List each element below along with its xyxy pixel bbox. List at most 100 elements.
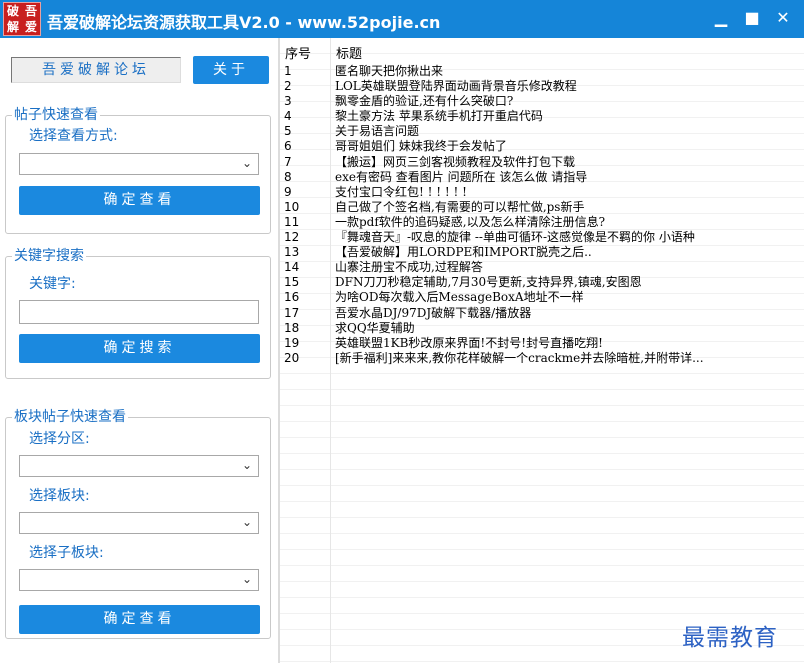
subboard-label: 选择子板块: bbox=[29, 545, 104, 561]
table-row[interactable]: 19 英雄联盟1KB秒改原来界面!不封号!封号直播吃翔! bbox=[280, 336, 804, 351]
maximize-button[interactable]: ■ bbox=[737, 4, 767, 32]
left-panel: 吾爱破解论坛 关于 帖子快速查看 选择查看方式: ⌄ 确定查看 关键字搜索 关键… bbox=[0, 38, 278, 663]
table-row[interactable]: 15 DFN刀刀秒稳定辅助,7月30号更新,支持异界,镇魂,安图恩 bbox=[280, 275, 804, 290]
chevron-down-icon: ⌄ bbox=[241, 156, 252, 170]
table-row[interactable]: 18 求QQ华夏辅助 bbox=[280, 321, 804, 336]
window-title: 吾爱破解论坛资源获取工具V2.0 - www.52pojie.cn bbox=[47, 13, 441, 32]
title-bar[interactable]: 破 吾 解 爱 吾爱破解论坛资源获取工具V2.0 - www.52pojie.c… bbox=[0, 0, 804, 38]
row-title: 匿名聊天把你揪出来 bbox=[335, 64, 444, 78]
row-number: 20 bbox=[284, 350, 300, 365]
confirm-search-button[interactable]: 确定搜索 bbox=[19, 334, 260, 363]
subboard-select[interactable]: ⌄ bbox=[19, 569, 259, 591]
table-row[interactable]: 13 【吾爱破解】用LORDPE和IMPORT脱壳之后.. bbox=[280, 245, 804, 260]
row-number: 2 bbox=[284, 79, 292, 94]
row-number: 13 bbox=[284, 245, 300, 260]
row-title: 吾爱水晶DJ/97DJ破解下载器/播放器 bbox=[335, 305, 532, 320]
row-number: 9 bbox=[284, 184, 292, 199]
chevron-down-icon: ⌄ bbox=[241, 572, 252, 586]
logo-char: 爱 bbox=[24, 20, 37, 34]
row-title: 飘零金盾的验证,还有什么突破口? bbox=[335, 94, 514, 109]
quick-view-group-title: 帖子快速查看 bbox=[12, 107, 100, 123]
keyword-search-group: 关键字搜索 关键字: 确定搜索 bbox=[5, 248, 271, 379]
row-number: 1 bbox=[284, 64, 292, 78]
app-logo-icon: 破 吾 解 爱 bbox=[3, 2, 41, 36]
row-number: 12 bbox=[284, 230, 300, 245]
row-number: 14 bbox=[284, 260, 300, 275]
close-icon: ✕ bbox=[776, 8, 790, 27]
row-number: 5 bbox=[284, 124, 292, 139]
view-method-label: 选择查看方式: bbox=[29, 128, 118, 144]
row-title: 山寨注册宝不成功,过程解答 bbox=[335, 260, 483, 275]
table-row[interactable]: 2 LOL英雄联盟登陆界面动画背景音乐修改教程 bbox=[280, 79, 804, 94]
chevron-down-icon: ⌄ bbox=[241, 458, 252, 472]
view-method-select[interactable]: ⌄ bbox=[19, 153, 259, 175]
column-header-title[interactable]: 标题 bbox=[336, 43, 362, 62]
row-number: 17 bbox=[284, 305, 300, 320]
row-number: 3 bbox=[284, 94, 292, 109]
row-number: 15 bbox=[284, 275, 300, 290]
quick-view-group: 帖子快速查看 选择查看方式: ⌄ 确定查看 bbox=[5, 107, 271, 234]
zone-select[interactable]: ⌄ bbox=[19, 455, 259, 477]
confirm-view-button[interactable]: 确定查看 bbox=[19, 186, 260, 215]
row-number: 6 bbox=[284, 139, 292, 154]
row-title: 一款pdf软件的追码疑惑,以及怎么样清除注册信息? bbox=[335, 214, 606, 229]
row-title: 【搬运】网页三剑客视频教程及软件打包下载 bbox=[335, 154, 576, 169]
logo-char: 吾 bbox=[24, 4, 37, 18]
row-number: 8 bbox=[284, 169, 292, 184]
table-row[interactable]: 14 山寨注册宝不成功,过程解答 bbox=[280, 260, 804, 275]
row-title: DFN刀刀秒稳定辅助,7月30号更新,支持异界,镇魂,安图恩 bbox=[335, 275, 642, 290]
keyword-label: 关键字: bbox=[29, 276, 76, 292]
board-label: 选择板块: bbox=[29, 488, 90, 504]
row-number: 7 bbox=[284, 154, 292, 169]
chevron-down-icon: ⌄ bbox=[241, 515, 252, 529]
zone-label: 选择分区: bbox=[29, 431, 90, 447]
row-number: 16 bbox=[284, 290, 300, 305]
about-button[interactable]: 关于 bbox=[193, 56, 269, 84]
table-row[interactable]: 3 飘零金盾的验证,还有什么突破口? bbox=[280, 94, 804, 109]
maximize-icon: ■ bbox=[744, 8, 760, 27]
table-row[interactable]: 11 一款pdf软件的追码疑惑,以及怎么样清除注册信息? bbox=[280, 215, 804, 230]
board-select[interactable]: ⌄ bbox=[19, 512, 259, 534]
watermark-text: 最需教育 bbox=[682, 625, 778, 651]
row-title: 自己做了个签名档,有需要的可以帮忙做,ps新手 bbox=[335, 199, 585, 214]
board-view-group-title: 板块帖子快速查看 bbox=[12, 409, 128, 425]
row-title: 英雄联盟1KB秒改原来界面!不封号!封号直播吃翔! bbox=[335, 335, 603, 350]
row-number: 19 bbox=[284, 335, 300, 350]
table-row[interactable]: 20 [新手福利]来来来,教你花样破解一个crackme并去除暗桩,并附带详... bbox=[280, 351, 804, 366]
row-title: LOL英雄联盟登陆界面动画背景音乐修改教程 bbox=[335, 79, 577, 94]
table-row[interactable]: 6 哥哥姐姐们 妹妹我终于会发帖了 bbox=[280, 139, 804, 154]
row-number: 11 bbox=[284, 214, 300, 229]
row-title: 黎土豪方法 苹果系统手机打开重启代码 bbox=[335, 109, 543, 124]
minimize-button[interactable]: ▁ bbox=[706, 4, 736, 32]
keyword-input[interactable] bbox=[19, 300, 259, 324]
row-title: [新手福利]来来来,教你花样破解一个crackme并去除暗桩,并附带详... bbox=[335, 350, 704, 365]
forum-name-label: 吾爱破解论坛 bbox=[11, 57, 181, 83]
row-title: 为啥OD每次载入后MessageBoxA地址不一样 bbox=[335, 290, 584, 305]
row-number: 18 bbox=[284, 320, 300, 335]
topic-list[interactable]: 序号 标题 1 匿名聊天把你揪出来 2 LOL英雄联盟登陆界面动画背景音乐修改教程 3 飘… bbox=[280, 38, 804, 663]
column-header-number[interactable]: 序号 bbox=[285, 43, 311, 62]
table-row[interactable]: 9 支付宝口令红包! ! ! ! ! ! bbox=[280, 185, 804, 200]
table-row[interactable]: 16 为啥OD每次载入后MessageBoxA地址不一样 bbox=[280, 290, 804, 305]
confirm-board-view-button[interactable]: 确定查看 bbox=[19, 605, 260, 634]
logo-char: 解 bbox=[6, 20, 19, 34]
board-view-group: 板块帖子快速查看 选择分区: ⌄ 选择板块: ⌄ 选择子板块: ⌄ 确定查看 bbox=[5, 409, 271, 639]
row-number: 10 bbox=[284, 199, 300, 214]
table-row[interactable]: 12 『舞魂音天』-叹息的旋律 --单曲可循环-这感觉像是不羁的你 小语种 bbox=[280, 230, 804, 245]
row-number: 4 bbox=[284, 109, 292, 124]
table-row[interactable]: 10 自己做了个签名档,有需要的可以帮忙做,ps新手 bbox=[280, 200, 804, 215]
row-title: 『舞魂音天』-叹息的旋律 --单曲可循环-这感觉像是不羁的你 小语种 bbox=[335, 230, 695, 245]
row-title: 支付宝口令红包! ! ! ! ! ! bbox=[335, 184, 468, 199]
table-row[interactable]: 17 吾爱水晶DJ/97DJ破解下载器/播放器 bbox=[280, 306, 804, 321]
table-row[interactable]: 5 关于易语言问题 bbox=[280, 124, 804, 139]
table-row[interactable]: 1 匿名聊天把你揪出来 bbox=[280, 64, 804, 79]
list-rows: 1 匿名聊天把你揪出来 2 LOL英雄联盟登陆界面动画背景音乐修改教程 3 飘零金盾的验证… bbox=[280, 64, 804, 366]
list-header: 序号 标题 bbox=[280, 38, 804, 62]
logo-char: 破 bbox=[6, 4, 19, 18]
table-row[interactable]: 4 黎土豪方法 苹果系统手机打开重启代码 bbox=[280, 109, 804, 124]
keyword-search-group-title: 关键字搜索 bbox=[12, 248, 86, 264]
table-row[interactable]: 8 exe有密码 查看图片 问题所在 该怎么做 请指导 bbox=[280, 170, 804, 185]
row-title: 【吾爱破解】用LORDPE和IMPORT脱壳之后.. bbox=[335, 245, 592, 260]
table-row[interactable]: 7 【搬运】网页三剑客视频教程及软件打包下载 bbox=[280, 155, 804, 170]
close-button[interactable]: ✕ bbox=[768, 4, 798, 32]
